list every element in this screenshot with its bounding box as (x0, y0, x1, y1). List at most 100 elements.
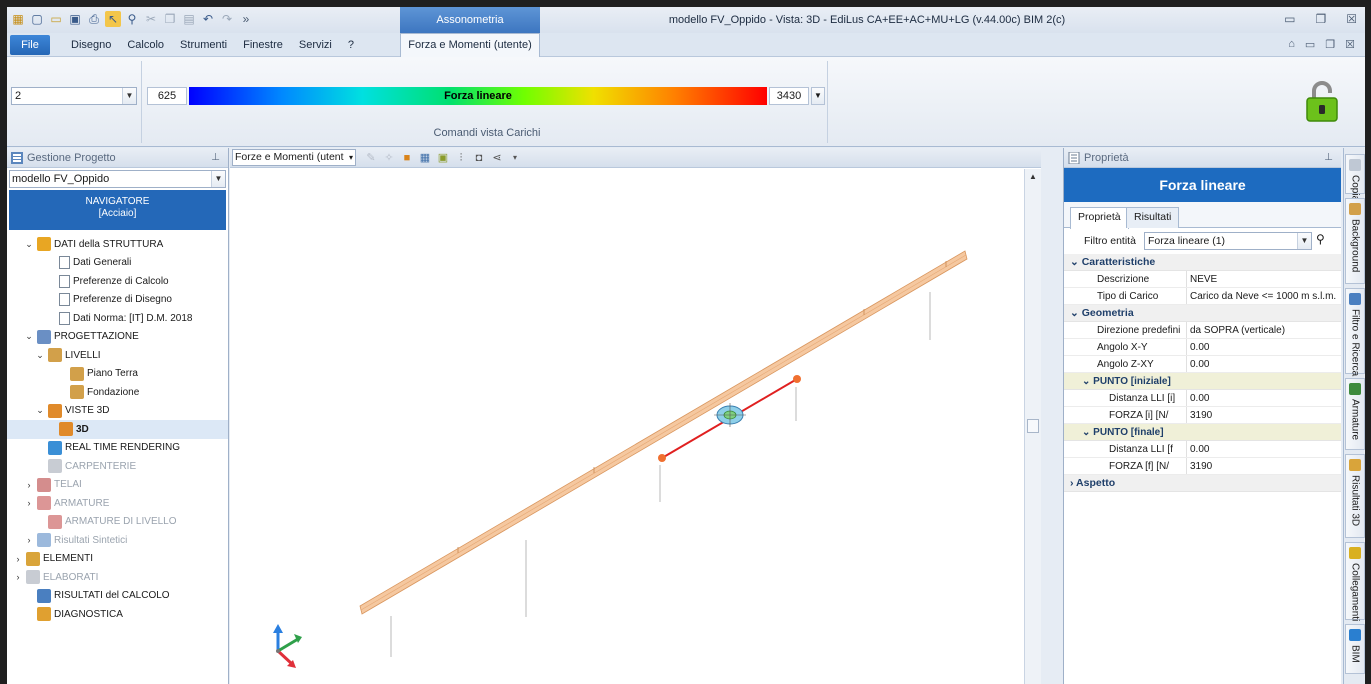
side-tab-background[interactable]: Background (1345, 198, 1365, 284)
property-value[interactable]: Carico da Neve <= 1000 m s.l.m. (1187, 288, 1341, 304)
side-tab-filtro-e-ricerca[interactable]: Filtro e Ricerca (1345, 288, 1365, 376)
view-mode-combo[interactable]: Forze e Momenti (utent ▾ (232, 149, 356, 166)
pin-icon[interactable]: ⊥ (211, 148, 220, 168)
menu-calcolo[interactable]: Calcolo (119, 33, 172, 57)
tree-item[interactable]: 3D (7, 420, 228, 439)
ribbon-help-icon[interactable]: ⌂ (1288, 38, 1295, 51)
property-value[interactable]: 3190 (1187, 407, 1341, 423)
subcategory-punto-iniziale[interactable]: ⌄ PUNTO [iniziale] (1064, 373, 1341, 390)
save-icon[interactable]: ▣ (67, 11, 83, 27)
side-tab-collegamenti[interactable]: Collegamenti (1345, 542, 1365, 621)
property-value[interactable]: 0.00 (1187, 390, 1341, 406)
scroll-thumb[interactable] (1027, 419, 1039, 433)
property-row[interactable]: Distanza LLI [f 0.00 (1064, 441, 1341, 458)
chevron-right-icon[interactable]: › (13, 554, 23, 564)
chevron-right-icon[interactable]: › (24, 498, 34, 508)
pencil-icon[interactable]: ✎ (364, 151, 378, 165)
app-icon[interactable]: ▦ (10, 11, 26, 27)
scene-canvas[interactable] (230, 169, 1041, 684)
camera-icon[interactable]: ◘ (472, 151, 486, 165)
viewport-3d[interactable]: Forze e Momenti (utent ▾ ✎ ✧ ■ ▦ ▣ ⫶ ◘ ⋖… (230, 148, 1041, 684)
redo-icon[interactable]: ↷ (219, 11, 235, 27)
property-row[interactable]: Distanza LLI [i] 0.00 (1064, 390, 1341, 407)
subcategory-punto-finale[interactable]: ⌄ PUNTO [finale] (1064, 424, 1341, 441)
side-tab-copia[interactable]: Copia (1345, 154, 1365, 201)
tree-item[interactable]: CARPENTERIE (7, 457, 228, 476)
paste-icon[interactable]: ▤ (181, 11, 197, 27)
cut-icon[interactable]: ✂ (143, 11, 159, 27)
property-row[interactable]: FORZA [f] [N/3190 (1064, 458, 1341, 475)
property-row[interactable]: Tipo di Carico Carico da Neve <= 1000 m s… (1064, 288, 1341, 305)
mdi-restore-icon[interactable]: ❐ (1325, 38, 1335, 51)
property-value[interactable]: NEVE (1187, 271, 1341, 287)
side-tab-bim[interactable]: BIM (1345, 624, 1365, 674)
property-row[interactable]: Angolo Z-XY 0.00 (1064, 356, 1341, 373)
property-value[interactable]: 0.00 (1187, 339, 1341, 355)
mdi-close-icon[interactable]: ☒ (1345, 38, 1355, 51)
chevron-down-icon[interactable]: ▼ (211, 171, 225, 187)
tree-item[interactable]: RISULTATI del CALCOLO (7, 587, 228, 606)
zoom-icon[interactable]: ⚲ (124, 11, 140, 27)
property-value[interactable]: 3190 (1187, 458, 1341, 474)
tree-item[interactable]: REAL TIME RENDERING (7, 439, 228, 458)
property-row[interactable]: FORZA [i] [N/3190 (1064, 407, 1341, 424)
property-row[interactable]: Direzione predefini da SOPRA (verticale) (1064, 322, 1341, 339)
legend-min-value[interactable]: 625 (147, 87, 187, 105)
chevron-down-icon[interactable]: ⌄ (24, 331, 34, 342)
load-marker-icon[interactable] (714, 403, 746, 427)
chevron-down-icon[interactable]: ▼ (811, 87, 825, 105)
tree-item[interactable]: Dati Norma: [IT] D.M. 2018 (7, 309, 228, 328)
tree-item[interactable]: › Risultati Sintetici (7, 531, 228, 550)
tab-risultati[interactable]: Risultati (1126, 207, 1180, 228)
tree-item[interactable]: Preferenze di Calcolo (7, 272, 228, 291)
category-caratteristiche[interactable]: ⌄ Caratteristiche (1064, 254, 1341, 271)
lock-icon[interactable] (1305, 79, 1339, 123)
print-icon[interactable]: ⎙ (86, 11, 102, 27)
chevron-right-icon[interactable]: › (13, 572, 23, 582)
tree-item[interactable]: ARMATURE DI LIVELLO (7, 513, 228, 532)
menu-finestre[interactable]: Finestre (235, 33, 291, 57)
chevron-down-icon[interactable]: ⌄ (35, 350, 45, 361)
tree-item[interactable]: Piano Terra (7, 365, 228, 384)
tree-item[interactable]: ⌄ DATI della STRUTTURA (7, 235, 228, 254)
close-icon[interactable]: ☒ (1346, 12, 1357, 26)
navigator-button[interactable]: NAVIGATORE [Acciaio] (9, 190, 226, 230)
customize-icon[interactable]: » (238, 11, 254, 27)
tree-item[interactable]: Fondazione (7, 383, 228, 402)
side-tab-armature[interactable]: Armature (1345, 378, 1365, 450)
legend-max-value[interactable]: 3430 (769, 87, 809, 105)
level-combo[interactable]: 2 ▼ (11, 87, 137, 105)
pin-icon[interactable]: ⊥ (1324, 148, 1333, 168)
category-geometria[interactable]: ⌄ Geometria (1064, 305, 1341, 322)
tree-item[interactable]: Preferenze di Disegno (7, 291, 228, 310)
menu-servizi[interactable]: Servizi (291, 33, 340, 57)
tab-proprieta[interactable]: Proprietà (1070, 207, 1129, 229)
chevron-down-icon[interactable]: ⌄ (24, 239, 34, 250)
chevron-down-icon[interactable]: ⌄ (35, 405, 45, 416)
tree-item[interactable]: Dati Generali (7, 254, 228, 273)
chevron-down-icon[interactable]: ▾ (508, 151, 522, 165)
chevron-down-icon[interactable]: ▼ (122, 88, 136, 104)
scroll-up-icon[interactable]: ▲ (1025, 169, 1041, 185)
load-node[interactable] (658, 454, 666, 462)
file-menu-button[interactable]: File (10, 35, 50, 55)
menu-help[interactable]: ? (340, 33, 362, 57)
search-icon[interactable]: ⚲ (1316, 232, 1325, 246)
mdi-minimize-icon[interactable]: ▭ (1305, 38, 1315, 51)
minimize-icon[interactable]: ▭ (1284, 12, 1295, 26)
new-icon[interactable]: ▢ (29, 11, 45, 27)
box-view-icon[interactable]: ▣ (436, 151, 450, 165)
select-icon[interactable]: ↖ (105, 11, 121, 27)
property-value[interactable]: da SOPRA (verticale) (1187, 322, 1341, 338)
tree-item[interactable]: ⌄ VISTE 3D (7, 402, 228, 421)
chevron-down-icon[interactable]: ▾ (349, 150, 353, 165)
side-tab-risultati-3d[interactable]: Risultati 3D (1345, 454, 1365, 538)
wireframe-icon[interactable]: ▦ (418, 151, 432, 165)
project-combo[interactable]: modello FV_Oppido ▼ (9, 170, 226, 188)
undo-icon[interactable]: ↶ (200, 11, 216, 27)
property-value[interactable]: 0.00 (1187, 441, 1341, 457)
tab-forza-e-momenti[interactable]: Forza e Momenti (utente) (400, 33, 540, 58)
viewport-scrollbar[interactable]: ▲ (1024, 169, 1041, 684)
menu-strumenti[interactable]: Strumenti (172, 33, 235, 57)
tree-item[interactable]: › ELABORATI (7, 568, 228, 587)
